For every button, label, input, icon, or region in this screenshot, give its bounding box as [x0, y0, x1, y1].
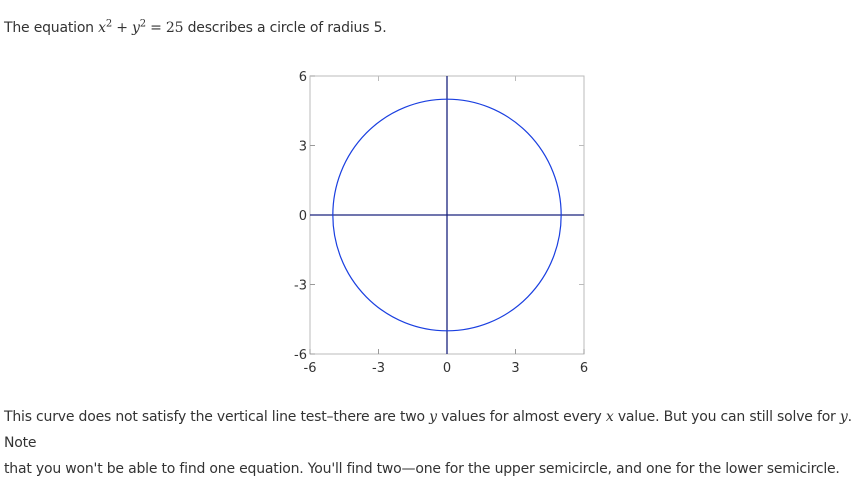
y-tick-label: 3 [299, 140, 307, 155]
equation-plus: + [111, 20, 133, 36]
y-tick-label: -3 [294, 279, 307, 294]
equation-x: x [98, 20, 106, 36]
explanation-text: value. But you can still solve for [613, 409, 840, 425]
x-tick-label: 3 [511, 361, 519, 376]
circle-plot-svg: 630-3-6-6 -3 0 3 6 [294, 70, 588, 376]
x-tick-label: 0 [443, 361, 451, 376]
circle-plot: 6 3 0 -3 -6 -6 -3 0 3 6 [270, 68, 600, 388]
x-tick-label: -3 [372, 361, 385, 376]
equation-equals: = 25 [145, 20, 184, 36]
x-tick-label: 6 [580, 361, 588, 376]
y-tick-label: 6 [299, 70, 307, 85]
explanation-text: This curve does not satisfy the vertical… [4, 409, 430, 425]
equation: x2 + y2 = 25 [98, 19, 184, 36]
intro-sentence: The equation x2 + y2 = 25 describes a ci… [4, 18, 387, 38]
var-y: y [839, 409, 848, 425]
explanation: This curve does not satisfy the vertical… [4, 404, 860, 482]
intro-text-before: The equation [4, 20, 99, 36]
var-x: x [605, 409, 614, 425]
explanation-line-1: This curve does not satisfy the vertical… [4, 404, 860, 456]
equation-y: y [132, 20, 140, 36]
explanation-line-2: that you won't be able to find one equat… [4, 461, 840, 477]
intro-text-after: describes a circle of radius 5. [183, 20, 387, 36]
var-y: y [429, 409, 437, 425]
explanation-text: values for almost every [436, 409, 606, 425]
y-tick-label: 0 [299, 209, 307, 224]
x-tick-label: -6 [304, 361, 317, 376]
